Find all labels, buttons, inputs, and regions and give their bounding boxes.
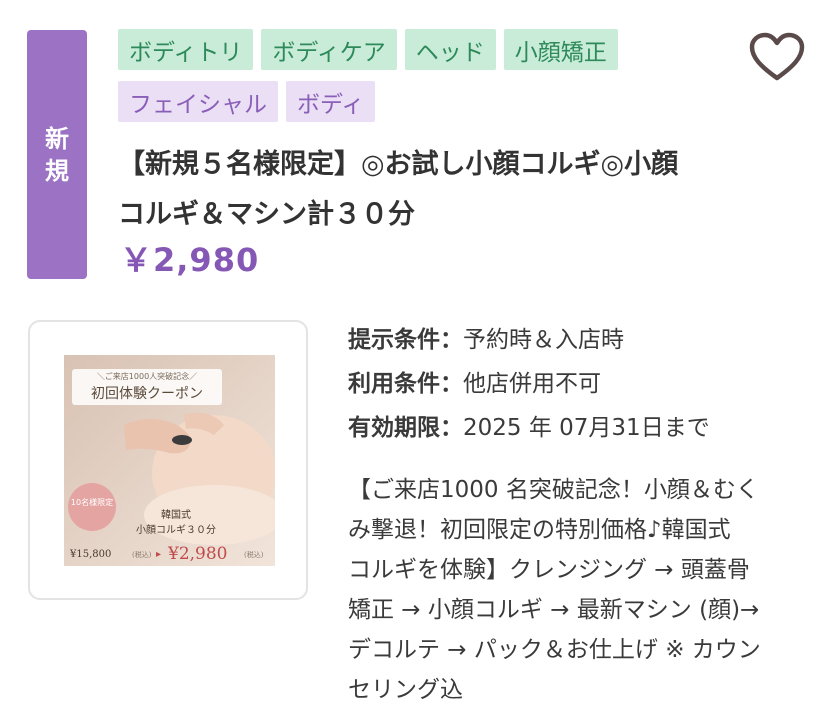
coupon-price: ￥2,980 <box>120 241 260 279</box>
tag-facial: フェイシャル <box>118 81 278 122</box>
description-line: 【ご来店1000 名突破記念！小顔＆むく <box>348 477 759 503</box>
description-line: み撃退！初回限定の特別価格♪韓国式 <box>348 517 731 543</box>
tag-face-correction: 小顔矯正 <box>503 29 618 70</box>
condition-label: 提示条件： <box>348 327 463 353</box>
tag-row-2: フェイシャル ボディ <box>118 81 678 122</box>
description-line: 矯正 → 小顔コルギ → 最新マシン (顔)→ <box>348 597 760 623</box>
tag-body: ボディ <box>286 81 376 122</box>
circle-badge-text: 10名様限定 <box>71 497 113 507</box>
course-line1: 韓国式 <box>161 508 191 521</box>
condition-label: 利用条件： <box>348 371 463 397</box>
description-line: コルギを体験】クレンジング → 頭蓋骨 <box>348 557 750 583</box>
condition-value: 他店併用不可 <box>463 371 601 397</box>
tag-row-1: ボディトリ ボディケア ヘッド 小顔矯正 <box>118 29 678 70</box>
condition-value: 予約時＆入店時 <box>463 327 624 353</box>
condition-usage: 利用条件： 他店併用不可 <box>348 362 710 406</box>
course-line2: 小顔コルギ３０分 <box>136 523 216 536</box>
banner-top-text: ＼ご来店1000人突破記念／ <box>97 371 197 381</box>
condition-value: 2025 年 07月31日まで <box>463 415 710 441</box>
coupon-image: ＼ご来店1000人突破記念／ 初回体験クーポン 10名様限定 韓国式 小顔コルギ… <box>64 355 275 566</box>
coupon-image-card[interactable]: ＼ご来店1000人突破記念／ 初回体験クーポン 10名様限定 韓国式 小顔コルギ… <box>28 320 308 600</box>
banner-main-text: 初回体験クーポン <box>91 385 203 402</box>
condition-label: 有効期限： <box>348 415 463 441</box>
tag-body-care: ボディケア <box>261 29 397 70</box>
tag-body-trim: ボディトリ <box>118 29 254 70</box>
old-price-tax: (税込) <box>132 550 152 559</box>
price-arrow-icon: ▸ <box>156 549 161 560</box>
coupon-title-line2: コルギ＆マシン計３０分 <box>118 199 415 230</box>
new-badge: 新規 <box>27 30 87 279</box>
category-tags: ボディトリ ボディケア ヘッド 小顔矯正 フェイシャル ボディ <box>118 29 678 133</box>
description-line: セリング込 <box>348 677 463 703</box>
heart-outline-icon <box>749 32 805 81</box>
new-badge-text: 新規 <box>45 124 69 185</box>
coupon-conditions: 提示条件： 予約時＆入店時 利用条件： 他店併用不可 有効期限： 2025 年 … <box>348 318 710 450</box>
coupon-photo-illustration: ＼ご来店1000人突破記念／ 初回体験クーポン 10名様限定 韓国式 小顔コルギ… <box>64 355 275 566</box>
tag-head: ヘッド <box>404 29 496 70</box>
description-line: デコルテ → パック＆お仕上げ ※ カウン <box>348 637 761 663</box>
condition-presentation: 提示条件： 予約時＆入店時 <box>348 318 710 362</box>
coupon-title-line1: 【新規５名様限定】◎お試し小顔コルギ◎小顔 <box>118 149 679 180</box>
favorite-button[interactable] <box>748 31 806 83</box>
old-price: ¥15,800 <box>69 549 111 560</box>
new-price-tax: (税込) <box>244 550 264 559</box>
coupon-description: 【ご来店1000 名突破記念！小顔＆むく み撃退！初回限定の特別価格♪韓国式 コ… <box>348 470 798 710</box>
new-price: ¥2,980 <box>167 544 227 564</box>
coupon-title[interactable]: 【新規５名様限定】◎お試し小顔コルギ◎小顔 コルギ＆マシン計３０分 <box>118 140 758 240</box>
condition-expiry: 有効期限： 2025 年 07月31日まで <box>348 406 710 450</box>
